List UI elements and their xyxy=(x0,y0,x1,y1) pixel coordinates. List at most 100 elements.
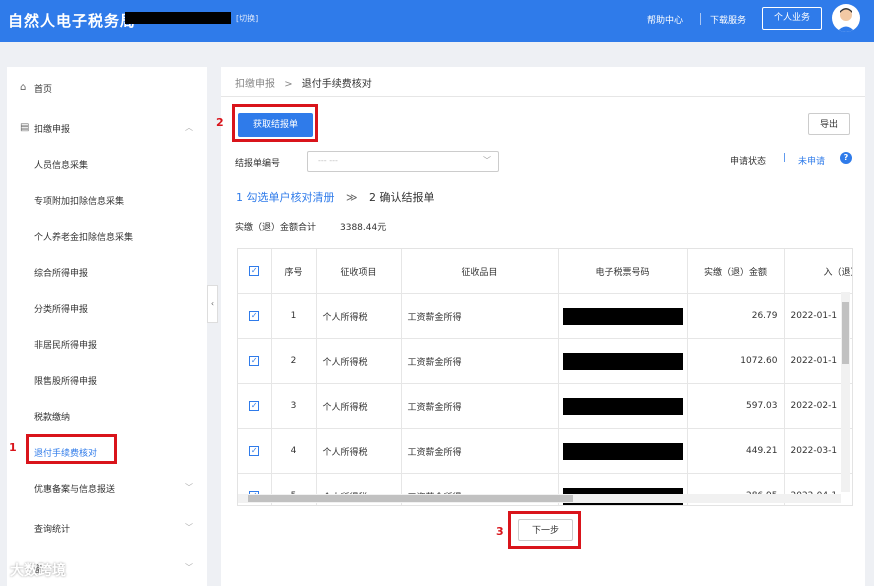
scrollbar-thumb[interactable] xyxy=(248,495,573,502)
checkbox-checked-icon: ✓ xyxy=(249,266,260,276)
cell-category: 工资薪金所得 xyxy=(401,338,559,384)
export-button[interactable]: 导出 xyxy=(808,113,850,135)
sidebar: ⌂ 首页 ▤ 扣缴申报 ︿ 人员信息采集 专项附加扣除信息采集 个人养老金扣除信… xyxy=(7,67,207,586)
sidebar-item-label: 首页 xyxy=(34,85,53,95)
statement-number-label: 结报单编号 xyxy=(235,159,281,169)
app-title: 自然人电子税务局 xyxy=(8,12,137,30)
sidebar-sub-personnel[interactable]: 人员信息采集 xyxy=(34,158,88,171)
checkbox-checked-icon: ✓ xyxy=(249,401,260,411)
switch-link[interactable]: [切换] xyxy=(236,13,258,24)
column-header: 序号 xyxy=(271,249,317,294)
user-avatar[interactable] xyxy=(832,4,860,32)
document-icon: ▤ xyxy=(20,122,30,133)
breadcrumb-current: 退付手续费核对 xyxy=(301,79,372,90)
annotation-number-3: 3 xyxy=(496,525,504,538)
sidebar-sub-classified[interactable]: 分类所得申报 xyxy=(34,302,88,315)
sidebar-item-label: 查询统计 xyxy=(34,525,71,535)
cell-ticket-redacted xyxy=(558,338,688,384)
checkbox-checked-icon: ✓ xyxy=(249,356,260,366)
table-row[interactable]: ✓ 4 个人所得税 工资薪金所得 449.21 2022-03-1 xyxy=(238,428,852,474)
cell-amount: 597.03 xyxy=(687,383,785,429)
sidebar-item-label: 扣缴申报 xyxy=(34,125,71,135)
step-2: 2 确认结报单 xyxy=(369,191,435,204)
redaction-bar xyxy=(562,307,683,325)
column-header: 征收品目 xyxy=(401,249,559,294)
annotation-box-1 xyxy=(26,434,117,464)
download-service-link[interactable]: 下载服务 xyxy=(710,13,746,26)
personal-business-button[interactable]: 个人业务 xyxy=(762,7,822,30)
redacted-name xyxy=(125,12,231,24)
status-value: 未申请 xyxy=(798,157,826,167)
step-arrow: ≫ xyxy=(346,191,358,204)
cell-ticket-redacted xyxy=(558,383,688,429)
row-checkbox[interactable]: ✓ xyxy=(238,338,272,384)
statement-table: ✓ 序号 征收项目 征收品目 电子税票号码 实缴（退）金额 入（退）库 ✓ 1 … xyxy=(237,248,853,506)
cell-ticket-redacted xyxy=(558,428,688,474)
divider xyxy=(221,96,865,97)
table-header-row: ✓ 序号 征收项目 征收品目 电子税票号码 实缴（退）金额 入（退）库 xyxy=(238,249,852,294)
cell-amount: 26.79 xyxy=(687,293,785,339)
cell-category: 工资薪金所得 xyxy=(401,428,559,474)
row-checkbox[interactable]: ✓ xyxy=(238,383,272,429)
statement-number-select[interactable]: --- --- ﹀ xyxy=(307,151,499,172)
cell-ticket-redacted xyxy=(558,293,688,339)
scrollbar-thumb[interactable] xyxy=(842,302,849,364)
home-icon: ⌂ xyxy=(20,82,27,93)
sidebar-sub-nonresident[interactable]: 非居民所得申报 xyxy=(34,338,97,351)
chevron-down-icon: ﹀ xyxy=(483,156,491,165)
table-row[interactable]: ✓ 3 个人所得税 工资薪金所得 597.03 2022-02-1 xyxy=(238,383,852,429)
sidebar-sub-special-deduction[interactable]: 专项附加扣除信息采集 xyxy=(34,194,124,207)
row-checkbox[interactable]: ✓ xyxy=(238,293,272,339)
annotation-box-2 xyxy=(232,104,318,142)
cell-category: 工资薪金所得 xyxy=(401,383,559,429)
cell-no: 2 xyxy=(271,338,317,384)
sidebar-sub-pension-deduction[interactable]: 个人养老金扣除信息采集 xyxy=(34,230,133,243)
cell-item: 个人所得税 xyxy=(316,293,402,339)
sidebar-sub-comprehensive[interactable]: 综合所得申报 xyxy=(34,266,88,279)
divider xyxy=(700,13,701,25)
table-row[interactable]: ✓ 2 个人所得税 工资薪金所得 1072.60 2022-01-1 xyxy=(238,338,852,384)
annotation-number-2: 2 xyxy=(216,116,224,129)
status-divider: | xyxy=(783,153,787,163)
redaction-bar xyxy=(562,442,683,460)
row-checkbox[interactable]: ✓ xyxy=(238,428,272,474)
cell-amount: 449.21 xyxy=(687,428,785,474)
column-header: 征收项目 xyxy=(316,249,402,294)
redaction-bar xyxy=(562,352,683,370)
annotation-number-1: 1 xyxy=(9,441,17,454)
table-row[interactable]: ✓ 1 个人所得税 工资薪金所得 26.79 2022-01-1 xyxy=(238,293,852,339)
chevron-down-icon: ﹀ xyxy=(185,563,193,572)
vertical-scrollbar[interactable] xyxy=(841,292,850,492)
sidebar-sub-restricted-stock[interactable]: 限售股所得申报 xyxy=(34,374,97,387)
cell-no: 1 xyxy=(271,293,317,339)
cell-no: 3 xyxy=(271,383,317,429)
chevron-down-icon: ﹀ xyxy=(185,523,193,532)
chevron-up-icon: ︿ xyxy=(185,123,193,132)
sidebar-item-label: 优惠备案与信息报送 xyxy=(34,485,116,495)
column-header: 电子税票号码 xyxy=(558,249,688,294)
cell-item: 个人所得税 xyxy=(316,428,402,474)
total-amount-value: 3388.44元 xyxy=(340,223,387,233)
breadcrumb: 扣缴申报 > 退付手续费核对 xyxy=(235,75,372,90)
help-icon[interactable]: ? xyxy=(840,152,852,164)
cell-amount: 1072.60 xyxy=(687,338,785,384)
column-header: 入（退）库 xyxy=(784,249,852,294)
chevron-down-icon: ﹀ xyxy=(185,483,193,492)
sidebar-sub-tax-payment[interactable]: 税款缴纳 xyxy=(34,410,70,423)
cell-item: 个人所得税 xyxy=(316,338,402,384)
annotation-box-3 xyxy=(508,511,581,549)
breadcrumb-parent[interactable]: 扣缴申报 xyxy=(235,79,275,90)
watermark: 大数跨境 xyxy=(10,563,66,579)
select-all-checkbox[interactable]: ✓ xyxy=(238,249,272,294)
horizontal-scrollbar[interactable] xyxy=(238,494,841,503)
help-center-link[interactable]: 帮助中心 xyxy=(647,13,683,26)
sidebar-collapse-toggle[interactable]: ‹ xyxy=(207,285,218,323)
top-bar: 自然人电子税务局 [切换] 帮助中心 下载服务 个人业务 xyxy=(0,0,874,42)
step-1[interactable]: 1 勾选单户核对清册 xyxy=(236,191,335,204)
cell-category: 工资薪金所得 xyxy=(401,293,559,339)
breadcrumb-separator: > xyxy=(284,79,293,90)
cell-no: 4 xyxy=(271,428,317,474)
column-header: 实缴（退）金额 xyxy=(687,249,785,294)
step-indicator: 1 勾选单户核对清册 ≫ 2 确认结报单 xyxy=(236,189,435,205)
select-placeholder: --- --- xyxy=(318,156,338,165)
